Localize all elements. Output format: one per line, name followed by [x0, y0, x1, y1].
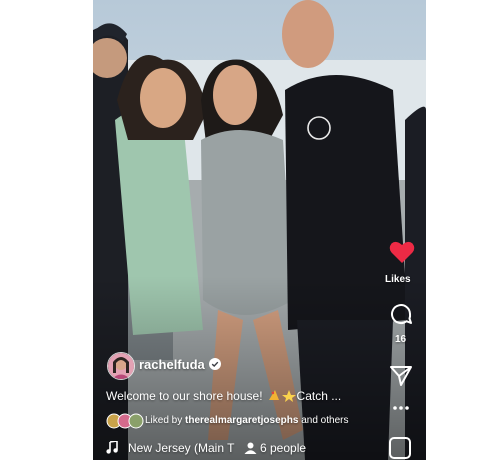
- tagged-people[interactable]: 6 people: [260, 441, 306, 455]
- music-note-icon: [106, 441, 118, 454]
- caption-emoji-icon: [269, 390, 296, 402]
- verified-badge-icon: [209, 358, 221, 370]
- liked-by-text: Liked by therealmargaretjosephs and othe…: [145, 415, 348, 426]
- liked-by-suffix[interactable]: and others: [301, 415, 348, 426]
- share-icon[interactable]: [389, 365, 413, 387]
- liked-by-row[interactable]: Liked by therealmargaretjosephs and othe…: [106, 413, 406, 429]
- reel-viewer[interactable]: rachelfuda Welcome to our shore house! Ca…: [93, 0, 426, 460]
- audio-track-label[interactable]: New Jersey (Main T: [128, 441, 234, 455]
- comment-icon[interactable]: [389, 302, 413, 326]
- liked-by-avatars-icon: [106, 413, 144, 429]
- person-icon: [244, 442, 257, 454]
- author-username[interactable]: rachelfuda: [139, 357, 205, 372]
- liked-by-prefix: Liked by: [145, 415, 183, 426]
- post-caption[interactable]: Welcome to our shore house! Catch ...: [106, 389, 341, 403]
- audio-thumbnail-icon[interactable]: [389, 437, 411, 459]
- caption-text: Welcome to our shore house!: [106, 389, 263, 403]
- heart-icon[interactable]: [389, 240, 415, 264]
- comment-count: 16: [395, 334, 407, 345]
- more-icon[interactable]: [392, 404, 410, 412]
- audio-row[interactable]: New Jersey (Main T 6 people: [106, 439, 346, 457]
- author-avatar[interactable]: [107, 352, 135, 380]
- caption-more[interactable]: Catch ...: [297, 389, 342, 403]
- liked-by-username[interactable]: therealmargaretjosephs: [185, 415, 298, 426]
- likes-label[interactable]: Likes: [385, 274, 411, 285]
